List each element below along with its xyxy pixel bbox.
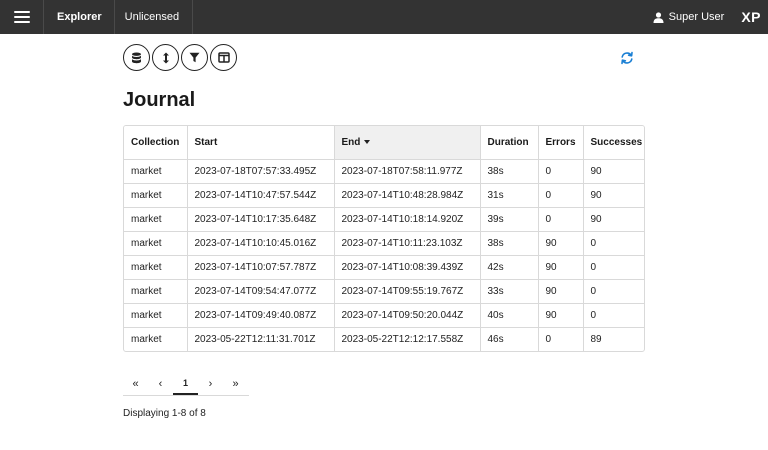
next-page-button[interactable]: › xyxy=(198,372,223,395)
sort-arrows-icon xyxy=(162,52,169,63)
user-name: Super User xyxy=(668,11,725,23)
current-page-button[interactable]: 1 xyxy=(173,372,198,395)
cell-start: 2023-07-18T07:57:33.495Z xyxy=(187,159,335,184)
page-title: Journal xyxy=(123,89,196,111)
filter-button[interactable] xyxy=(181,44,208,71)
column-header-end-label: End xyxy=(341,136,361,148)
previous-page-button[interactable]: ‹ xyxy=(148,372,173,395)
cell-errors: 0 xyxy=(538,207,584,232)
table-row[interactable]: market 2023-07-14T09:54:47.077Z 2023-07-… xyxy=(124,279,644,304)
table-row[interactable]: market 2023-05-22T12:11:31.701Z 2023-05-… xyxy=(124,327,644,351)
hamburger-menu-icon xyxy=(13,11,30,23)
cell-start: 2023-07-14T10:07:57.787Z xyxy=(187,255,335,280)
table-row[interactable]: market 2023-07-14T10:17:35.648Z 2023-07-… xyxy=(124,207,644,232)
cell-collection: market xyxy=(124,327,188,351)
table-row[interactable]: market 2023-07-18T07:57:33.495Z 2023-07-… xyxy=(124,159,644,184)
columns-button[interactable] xyxy=(210,44,237,71)
filter-icon xyxy=(189,52,200,63)
cell-successes: 89 xyxy=(590,333,602,345)
cell-errors: 90 xyxy=(538,303,584,328)
cell-end: 2023-07-14T10:11:23.103Z xyxy=(334,231,481,256)
cell-successes: 90 xyxy=(583,183,644,208)
sort-descending-icon xyxy=(364,140,371,145)
column-header-successes[interactable]: Successes xyxy=(583,126,644,160)
cell-duration: 38s xyxy=(480,159,539,184)
cell-collection: market xyxy=(124,159,188,184)
menu-button[interactable] xyxy=(0,0,44,34)
cell-collection: market xyxy=(124,207,188,232)
table-row[interactable]: market 2023-07-14T10:47:57.544Z 2023-07-… xyxy=(124,183,644,208)
sort-button[interactable] xyxy=(152,44,179,71)
first-page-button[interactable]: « xyxy=(123,372,148,395)
cell-collection: market xyxy=(124,255,188,280)
cell-duration: 46s xyxy=(480,327,539,351)
table-row[interactable]: market 2023-07-14T09:49:40.087Z 2023-07-… xyxy=(124,303,644,328)
cell-collection: market xyxy=(124,279,188,304)
displaying-count: Displaying 1-8 of 8 xyxy=(123,408,206,419)
license-status: Unlicensed xyxy=(115,0,194,34)
cell-successes: 0 xyxy=(583,231,644,256)
column-header-end[interactable]: End xyxy=(334,126,481,160)
cell-errors: 90 xyxy=(538,279,584,304)
cell-end: 2023-07-14T10:48:28.984Z xyxy=(334,183,481,208)
cell-errors: 0 xyxy=(538,159,584,184)
cell-start: 2023-07-14T10:10:45.016Z xyxy=(187,231,335,256)
cell-duration: 40s xyxy=(480,303,539,328)
cell-start: 2023-07-14T10:47:57.544Z xyxy=(187,183,335,208)
refresh-button[interactable] xyxy=(620,51,634,65)
cell-errors: 90 xyxy=(538,255,584,280)
cell-duration: 38s xyxy=(480,231,539,256)
cell-start: 2023-07-14T10:17:35.648Z xyxy=(187,207,335,232)
cell-end: 2023-07-14T09:50:20.044Z xyxy=(334,303,481,328)
table-row[interactable]: market 2023-07-14T10:07:57.787Z 2023-07-… xyxy=(124,255,644,280)
pagination: « ‹ 1 › » xyxy=(123,372,249,396)
toolbar xyxy=(123,44,237,71)
cell-duration: 42s xyxy=(480,255,539,280)
column-header-errors[interactable]: Errors xyxy=(538,126,584,160)
top-navigation-bar: Explorer Unlicensed Super User XP xyxy=(0,0,768,34)
cell-errors: 90 xyxy=(538,231,584,256)
database-button[interactable] xyxy=(123,44,150,71)
cell-successes: 90 xyxy=(583,159,644,184)
table-header-row: Collection Start End Duration Errors Suc… xyxy=(124,126,644,160)
app-name[interactable]: Explorer xyxy=(44,0,115,34)
journal-table: Collection Start End Duration Errors Suc… xyxy=(123,125,645,352)
column-header-collection[interactable]: Collection xyxy=(124,126,188,160)
refresh-icon xyxy=(621,51,633,65)
cell-successes: 0 xyxy=(583,255,644,280)
column-header-duration[interactable]: Duration xyxy=(480,126,539,160)
user-icon xyxy=(653,11,664,23)
user-menu[interactable]: Super User xyxy=(653,0,742,34)
cell-duration: 33s xyxy=(480,279,539,304)
column-header-start[interactable]: Start xyxy=(187,126,335,160)
last-page-button[interactable]: » xyxy=(223,372,248,395)
cell-errors: 0 xyxy=(538,183,584,208)
cell-collection: market xyxy=(124,303,188,328)
cell-end: 2023-07-18T07:58:11.977Z xyxy=(334,159,481,184)
database-icon xyxy=(132,52,141,63)
cell-errors: 0 xyxy=(538,327,584,351)
cell-end: 2023-07-14T10:18:14.920Z xyxy=(334,207,481,232)
cell-successes: 0 xyxy=(583,279,644,304)
table-row[interactable]: market 2023-07-14T10:10:45.016Z 2023-07-… xyxy=(124,231,644,256)
cell-successes: 0 xyxy=(583,303,644,328)
cell-start: 2023-07-14T09:49:40.087Z xyxy=(187,303,335,328)
cell-duration: 31s xyxy=(480,183,539,208)
cell-start: 2023-07-14T09:54:47.077Z xyxy=(187,279,335,304)
cell-end: 2023-05-22T12:12:17.558Z xyxy=(334,327,481,351)
columns-icon xyxy=(217,52,230,63)
cell-end: 2023-07-14T10:08:39.439Z xyxy=(334,255,481,280)
xp-logo: XP xyxy=(741,9,761,25)
cell-collection: market xyxy=(124,183,188,208)
cell-duration: 39s xyxy=(480,207,539,232)
cell-start: 2023-05-22T12:11:31.701Z xyxy=(187,327,335,351)
cell-collection: market xyxy=(124,231,188,256)
cell-end: 2023-07-14T09:55:19.767Z xyxy=(334,279,481,304)
cell-successes: 90 xyxy=(583,207,644,232)
